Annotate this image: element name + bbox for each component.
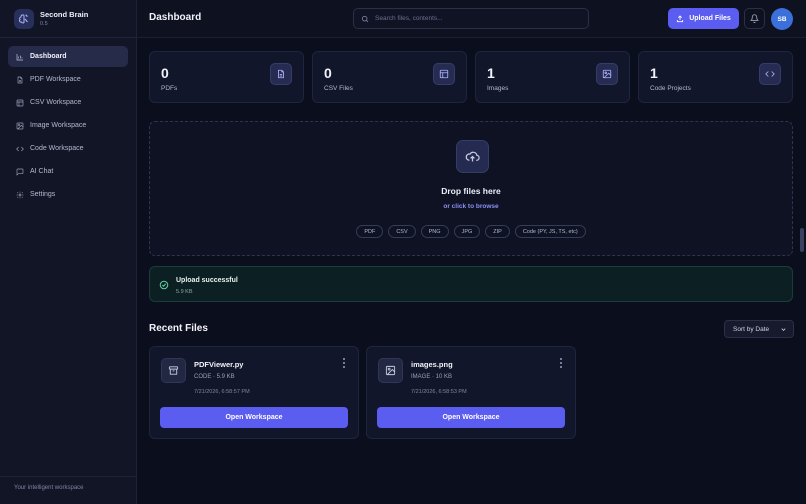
search-input[interactable] — [375, 15, 575, 22]
table-icon — [16, 99, 24, 106]
sidebar-item-label: Code Workspace — [30, 145, 84, 152]
sort-select-value: Sort by Date — [733, 325, 770, 333]
file-type-chip: JPG — [453, 225, 481, 238]
file-dropzone[interactable]: Drop files here or click to browse PDF C… — [149, 121, 793, 256]
upload-icon — [677, 14, 684, 22]
upload-success-banner: Upload successful 5.9 KB — [149, 266, 793, 302]
file-date: 7/21/2026, 6:58:53 PM — [411, 389, 467, 395]
sidebar-item-csv-workspace[interactable]: CSV Workspace — [8, 92, 128, 113]
gear-icon — [16, 191, 24, 198]
more-vertical-icon[interactable] — [558, 357, 564, 369]
file-meta: IMAGE · 10 KB — [411, 374, 453, 380]
stat-count: 0 — [324, 65, 332, 81]
chart-icon — [16, 53, 23, 60]
file-name: PDFViewer.py — [194, 360, 244, 369]
stat-card-csv[interactable]: 0 CSV Files — [312, 51, 467, 103]
archive-icon — [161, 358, 186, 383]
stat-label: PDFs — [161, 85, 178, 92]
stat-count: 1 — [487, 65, 495, 81]
cloud-upload-icon — [456, 140, 489, 173]
open-workspace-button[interactable]: Open Workspace — [377, 407, 565, 428]
file-card[interactable]: PDFViewer.py CODE · 5.9 KB 7/21/2026, 6:… — [149, 346, 359, 439]
search-icon — [361, 15, 369, 22]
page-title: Dashboard — [149, 12, 202, 23]
stat-card-code-projects[interactable]: 1 Code Projects — [638, 51, 793, 103]
upload-files-label: Upload Files — [689, 15, 731, 22]
image-icon — [596, 63, 618, 85]
sidebar-item-label: PDF Workspace — [30, 76, 81, 83]
scrollbar-thumb[interactable] — [800, 228, 804, 252]
divider — [0, 37, 137, 38]
notifications-button[interactable] — [744, 8, 765, 29]
file-text-icon — [270, 63, 292, 85]
avatar[interactable]: SB — [771, 8, 793, 30]
brain-logo-icon — [14, 9, 34, 29]
image-icon — [378, 358, 403, 383]
sort-select[interactable]: Sort by Date — [724, 320, 794, 338]
stat-card-pdfs[interactable]: 0 PDFs — [149, 51, 304, 103]
file-type-chip: ZIP — [485, 225, 510, 238]
file-date: 7/21/2026, 6:58:57 PM — [194, 389, 250, 395]
file-text-icon — [17, 76, 23, 83]
table-icon — [433, 63, 455, 85]
chevron-down-icon — [781, 328, 786, 331]
sidebar-item-code-workspace[interactable]: Code Workspace — [8, 138, 128, 159]
file-meta: CODE · 5.9 KB — [194, 374, 235, 380]
dropzone-title: Drop files here — [441, 186, 501, 196]
code-icon — [16, 146, 24, 151]
sidebar-item-pdf-workspace[interactable]: PDF Workspace — [8, 69, 128, 90]
upload-files-button[interactable]: Upload Files — [668, 8, 739, 29]
check-circle-icon — [159, 280, 169, 290]
code-icon — [759, 63, 781, 85]
recent-files-title: Recent Files — [149, 323, 208, 334]
file-type-chip: Code (PY, JS, TS, etc) — [514, 225, 586, 238]
sidebar-item-label: AI Chat — [30, 168, 54, 175]
file-card[interactable]: images.png IMAGE · 10 KB 7/21/2026, 6:58… — [366, 346, 576, 439]
toast-detail: 5.9 KB — [176, 289, 193, 295]
more-vertical-icon[interactable] — [341, 357, 347, 369]
file-type-chips: PDF CSV PNG JPG ZIP Code (PY, JS, TS, et… — [150, 225, 792, 238]
topbar: Dashboard Upload Files SB — [137, 0, 806, 38]
chat-icon — [16, 168, 24, 176]
browse-link[interactable]: or click to browse — [150, 203, 792, 210]
stat-count: 1 — [650, 65, 658, 81]
app-name: Second Brain — [40, 10, 89, 19]
stat-label: Images — [487, 85, 509, 92]
sidebar-item-dashboard[interactable]: Dashboard — [8, 46, 128, 67]
sidebar-item-label: Image Workspace — [30, 122, 87, 129]
search-box[interactable] — [353, 8, 589, 29]
file-type-chip: PDF — [356, 225, 384, 238]
brand[interactable]: Second Brain 0.5 — [14, 9, 88, 29]
stat-label: CSV Files — [324, 85, 353, 92]
divider — [0, 476, 137, 477]
sidebar-footer: Your intelligent workspace — [14, 485, 84, 491]
sidebar-item-label: CSV Workspace — [30, 99, 82, 106]
bell-icon — [750, 14, 759, 23]
stat-label: Code Projects — [650, 85, 691, 92]
file-type-chip: CSV — [388, 225, 416, 238]
toast-title: Upload successful — [176, 277, 238, 284]
stat-count: 0 — [161, 65, 169, 81]
file-name: images.png — [411, 360, 453, 369]
app-version: 0.5 — [40, 21, 48, 27]
sidebar-item-settings[interactable]: Settings — [8, 184, 128, 205]
open-workspace-button[interactable]: Open Workspace — [160, 407, 348, 428]
file-type-chip: PNG — [420, 225, 449, 238]
sidebar-item-label: Settings — [30, 191, 56, 198]
sidebar-item-image-workspace[interactable]: Image Workspace — [8, 115, 128, 136]
image-icon — [16, 122, 24, 129]
sidebar-nav: Dashboard PDF Workspace CSV Workspace Im… — [8, 46, 128, 207]
sidebar-item-ai-chat[interactable]: AI Chat — [8, 161, 128, 182]
stat-card-images[interactable]: 1 Images — [475, 51, 630, 103]
sidebar: Second Brain 0.5 Dashboard PDF Workspace… — [0, 0, 137, 504]
sidebar-item-label: Dashboard — [30, 53, 67, 60]
